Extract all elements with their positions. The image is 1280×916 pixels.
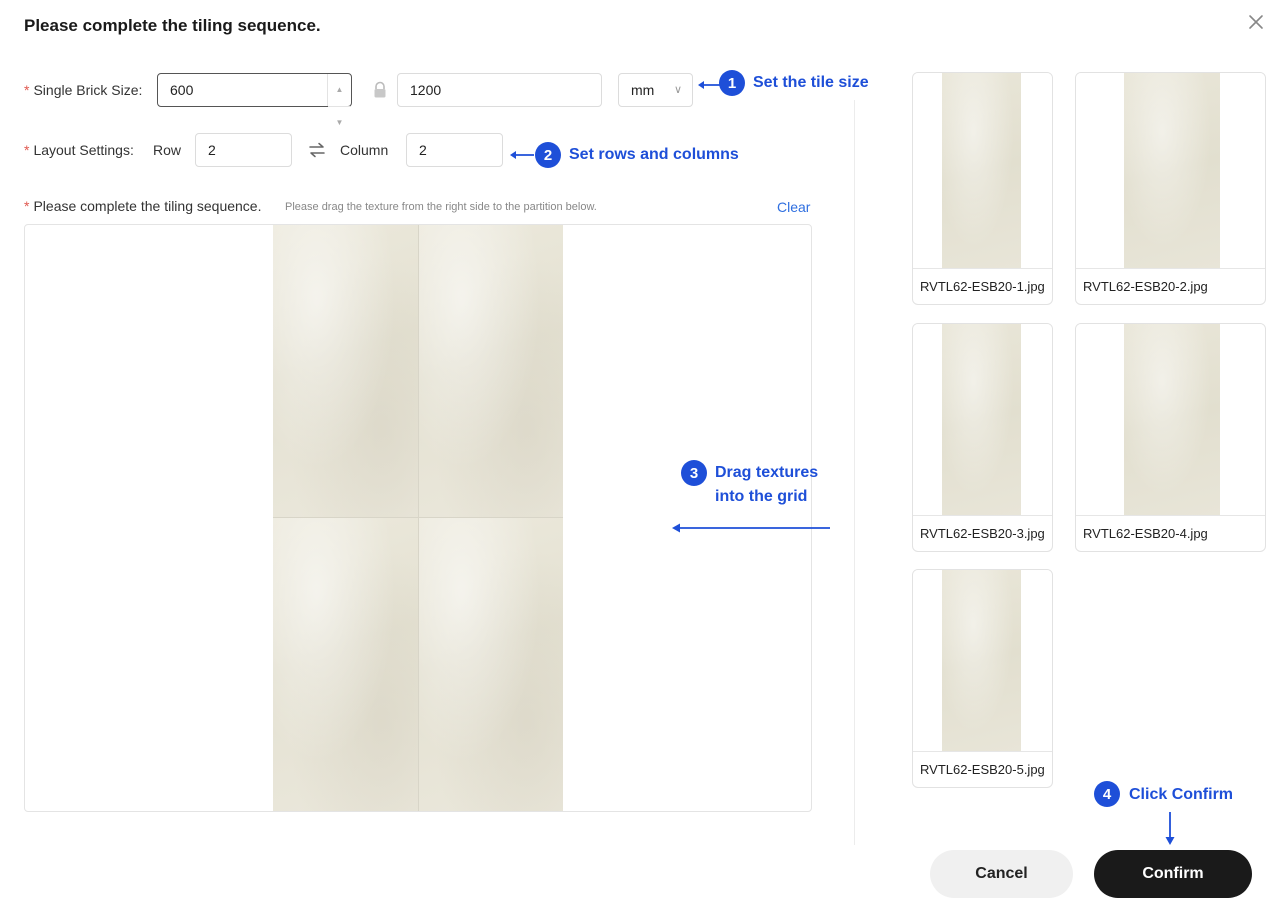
cancel-button[interactable]: Cancel: [930, 850, 1073, 898]
grid-cell[interactable]: [273, 225, 418, 518]
required-mark: *: [24, 82, 30, 98]
grid-divider: [418, 225, 419, 811]
texture-name: RVTL62-ESB20-5.jpg: [913, 751, 1052, 787]
sequence-hint: Please drag the texture from the right s…: [285, 201, 597, 213]
callout-4-badge: 4: [1094, 781, 1120, 807]
unit-select[interactable]: mm ∨: [618, 73, 693, 107]
close-icon: [1249, 15, 1263, 29]
panel-divider: [854, 100, 855, 845]
callout-3-text-line2: into the grid: [715, 488, 808, 505]
callout-4-text: Click Confirm: [1129, 786, 1234, 803]
brick-size-label-group: * Single Brick Size:: [24, 82, 142, 98]
lock-button[interactable]: [372, 81, 388, 99]
texture-card-4[interactable]: RVTL62-ESB20-4.jpg: [1075, 323, 1266, 552]
unit-value: mm: [631, 82, 655, 98]
column-input[interactable]: 2: [406, 133, 503, 167]
layout-label: Layout Settings: [33, 142, 130, 158]
brick-width-value: 600: [170, 82, 194, 98]
texture-thumbnail: [913, 570, 1052, 752]
row-value: 2: [208, 142, 216, 158]
dialog-title: Please complete the tiling sequence.: [24, 16, 321, 35]
texture-card-2[interactable]: RVTL62-ESB20-2.jpg: [1075, 72, 1266, 305]
texture-name: RVTL62-ESB20-2.jpg: [1076, 268, 1265, 304]
callout-2-arrow-icon: [510, 151, 534, 159]
texture-thumbnail: [913, 73, 1052, 269]
brick-size-label: Single Brick Size: [33, 82, 139, 98]
close-button[interactable]: [1244, 10, 1268, 34]
swap-icon: [309, 142, 325, 158]
texture-thumbnail: [913, 324, 1052, 516]
brick-height-value: 1200: [410, 82, 442, 98]
texture-card-1[interactable]: RVTL62-ESB20-1.jpg: [912, 72, 1053, 305]
brick-width-stepper[interactable]: ▲ ▼: [327, 74, 351, 127]
callout-1-arrow-icon: [698, 81, 720, 89]
clear-link[interactable]: Clear: [777, 199, 810, 215]
swap-button[interactable]: [308, 142, 326, 158]
stepper-up-icon[interactable]: ▲: [328, 74, 351, 107]
callout-2-badge: 2: [535, 142, 561, 168]
texture-name: RVTL62-ESB20-4.jpg: [1076, 515, 1265, 551]
row-label: Row: [153, 142, 182, 158]
chevron-down-icon: ∨: [673, 84, 682, 96]
callout-3-text-line1: Drag textures: [715, 464, 819, 481]
brick-width-input[interactable]: 600 ▲ ▼: [157, 73, 352, 127]
grid-cell[interactable]: [418, 225, 563, 518]
grid-cell[interactable]: [418, 518, 563, 811]
callout-1-text: Set the tile size: [753, 74, 869, 91]
required-mark: *: [24, 198, 30, 214]
sequence-label: Please complete the tiling sequence.: [33, 198, 262, 214]
column-value: 2: [419, 142, 427, 158]
texture-name: RVTL62-ESB20-3.jpg: [913, 515, 1052, 551]
texture-name: RVTL62-ESB20-1.jpg: [913, 268, 1052, 304]
callout-1-badge: 1: [719, 70, 745, 96]
callout-4-arrow-icon: [1165, 812, 1175, 845]
stepper-down-icon[interactable]: ▼: [328, 107, 351, 139]
confirm-button[interactable]: Confirm: [1094, 850, 1252, 898]
lock-icon: [374, 81, 386, 98]
texture-card-3[interactable]: RVTL62-ESB20-3.jpg: [912, 323, 1053, 552]
column-label: Column: [340, 142, 389, 158]
texture-thumbnail: [1076, 73, 1265, 269]
tiling-canvas[interactable]: [24, 224, 812, 812]
layout-colon: :: [129, 142, 134, 158]
texture-card-5[interactable]: RVTL62-ESB20-5.jpg: [912, 569, 1053, 788]
callout-2-text: Set rows and columns: [569, 146, 739, 163]
row-input[interactable]: 2: [195, 133, 292, 167]
required-mark: *: [24, 142, 30, 158]
grid-divider: [273, 517, 563, 518]
brick-height-input[interactable]: 1200: [397, 73, 602, 107]
callout-3-badge: 3: [681, 460, 707, 486]
layout-label-group: * Layout Settings:: [24, 142, 134, 158]
texture-thumbnail: [1076, 324, 1265, 516]
grid-cell[interactable]: [273, 518, 418, 811]
callout-3-arrow-icon: [672, 523, 830, 533]
brick-size-colon: :: [138, 82, 143, 98]
sequence-label-group: * Please complete the tiling sequence.: [24, 198, 262, 214]
